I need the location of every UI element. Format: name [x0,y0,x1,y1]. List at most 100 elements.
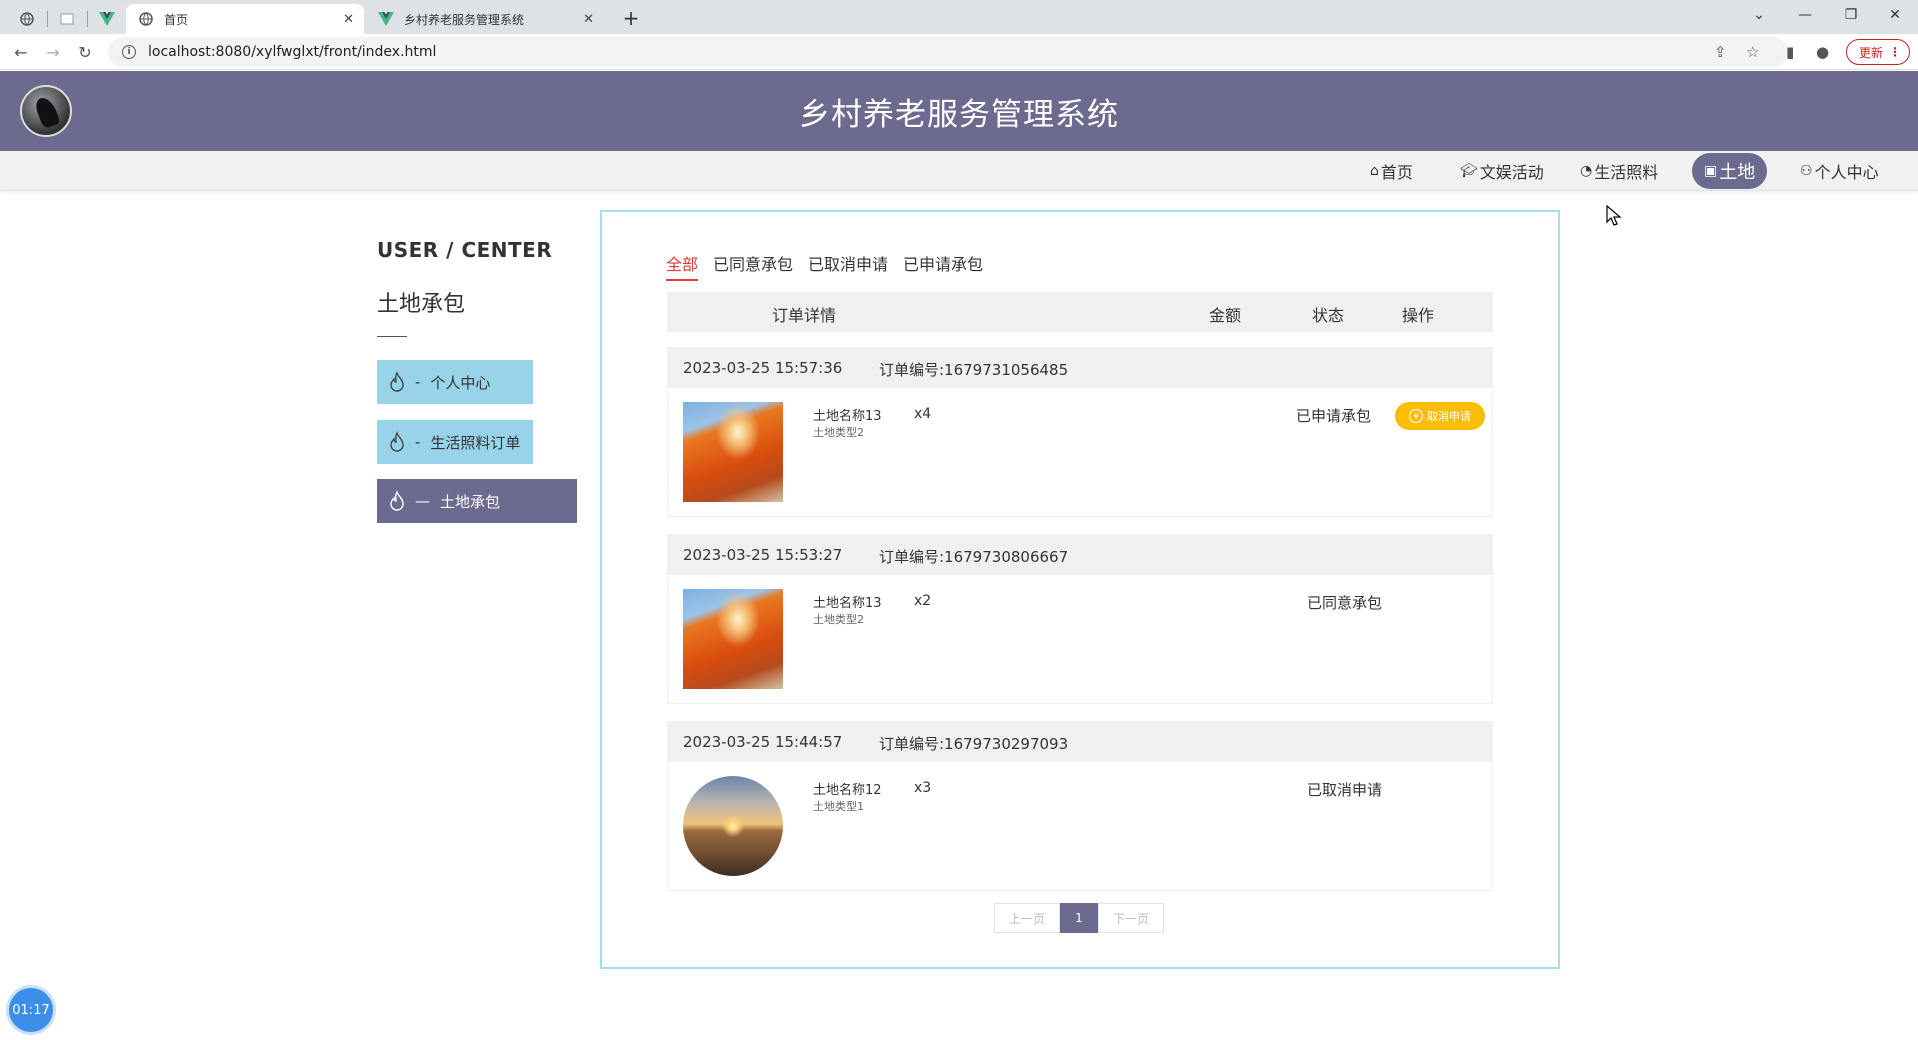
land-image[interactable] [683,589,783,689]
order-row: 2023-03-25 15:53:27 订单编号:1679730806667 土… [667,534,1493,704]
share-icon[interactable]: ⇪ [1714,43,1727,61]
land-name: 土地名称13 [813,409,882,424]
timer-badge[interactable]: 01:17 [9,988,53,1032]
order-row: 2023-03-25 15:44:57 订单编号:1679730297093 土… [667,721,1493,891]
nav-label: 个人中心 [1814,163,1879,182]
nav-item-life-care[interactable]: ◔ 生活照料 [1580,151,1658,191]
next-page-button[interactable]: 下一页 [1098,903,1164,933]
filter-approved[interactable]: 已同意承包 [713,251,793,281]
menu-prefix: - [415,433,421,451]
blank-page-icon [59,11,75,27]
nav-label: 文娱活动 [1479,163,1544,182]
site-info-icon[interactable]: i [122,45,136,59]
nav-item-personal-center[interactable]: ⚇ 个人中心 [1800,151,1879,191]
quantity: x4 [914,406,932,422]
reload-icon[interactable]: ↻ [74,41,96,63]
tab-search-icon[interactable]: ⌄ [1736,0,1782,30]
tab-title: 首页 [164,12,189,27]
user-icon: ⚇ [1800,163,1813,179]
sidebar-item-label: 土地承包 [440,492,501,511]
cancel-label: 取消申请 [1427,410,1471,423]
land-image[interactable] [683,402,783,502]
header-order-detail: 订单详情 [772,306,837,325]
more-menu-icon[interactable]: ⋮ [1889,45,1901,59]
filter-applied[interactable]: 已申请承包 [903,251,983,281]
close-tab-icon[interactable]: ✕ [343,12,354,27]
close-tab-icon[interactable]: ✕ [583,12,594,27]
flame-icon [385,370,409,394]
order-status: 已申请承包 [1296,407,1372,425]
flame-icon [385,489,409,513]
order-header: 2023-03-25 15:44:57 订单编号:1679730297093 [668,722,1492,762]
order-number: 订单编号:1679730297093 [879,735,1069,753]
side-panel-icon[interactable]: ▮ [1786,43,1794,61]
nav-label: 土地 [1719,162,1756,183]
divider [377,336,407,337]
mouse-cursor-icon [1606,205,1622,226]
prev-page-button[interactable]: 上一页 [994,903,1060,933]
land-type: 土地类型2 [813,613,864,626]
site-header: 乡村养老服务管理系统 [0,71,1918,151]
address-bar: ← → ↻ i localhost:8080/xylfwglxt/front/i… [0,34,1918,70]
update-button[interactable]: 更新 ⋮ [1846,39,1910,65]
sidebar-item-life-care-orders[interactable]: - 生活照料订单 [377,420,533,464]
browser-tab[interactable] [50,4,84,34]
profile-avatar-icon[interactable]: ● [1816,43,1829,61]
vue-logo-icon [378,11,394,27]
flame-icon [385,430,409,454]
browser-tab-bar: 首页 ✕ 乡村养老服务管理系统 ✕ + ⌄ — ❐ ✕ [0,0,1918,34]
top-navigation: ⌂ 首页 🎓︎ 文娱活动 ◔ 生活照料 ▣ 土地 ⚇ 个人中心 [0,151,1918,191]
filter-all[interactable]: 全部 [666,251,699,281]
globe-icon [19,11,35,27]
quantity: x3 [914,780,932,796]
table-header: 订单详情 金额 状态 操作 [667,292,1493,332]
sidebar-item-label: 个人中心 [430,373,491,392]
land-type: 土地类型2 [813,426,864,439]
sidebar-item-land-contract[interactable]: — 土地承包 [377,479,577,523]
order-time: 2023-03-25 15:44:57 [683,733,843,751]
menu-prefix: - [415,373,421,391]
restore-button[interactable]: ❐ [1828,0,1874,30]
order-status: 已同意承包 [1307,594,1383,612]
graduation-cap-icon: 🎓︎ [1460,163,1478,179]
back-arrow-icon[interactable]: ← [10,41,32,63]
url-field[interactable]: i localhost:8080/xylfwglxt/front/index.h… [108,37,1788,67]
user-center-subtitle: 土地承包 [377,292,466,317]
globe-icon [138,11,154,27]
filter-cancelled[interactable]: 已取消申请 [808,251,888,281]
browser-tab[interactable] [10,4,44,34]
yen-icon: ¥ [1409,409,1423,423]
minimize-button[interactable]: — [1782,0,1828,30]
gift-icon: ▣ [1704,163,1718,179]
nav-label: 生活照料 [1594,163,1659,182]
page-number-current[interactable]: 1 [1060,903,1098,933]
sidebar-item-personal-center[interactable]: - 个人中心 [377,360,533,404]
order-filter-tabs: 全部 已同意承包 已取消申请 已申请承包 [666,251,983,281]
header-action: 操作 [1402,306,1435,325]
forward-arrow-icon[interactable]: → [42,41,64,63]
close-window-button[interactable]: ✕ [1872,0,1918,30]
order-number: 订单编号:1679731056485 [879,361,1069,379]
bookmark-star-icon[interactable]: ☆ [1746,43,1759,61]
nav-item-entertainment[interactable]: 🎓︎ 文娱活动 [1460,151,1544,191]
new-tab-button[interactable]: + [616,4,646,32]
nav-item-land[interactable]: ▣ 土地 [1692,153,1768,189]
land-name: 土地名称13 [813,596,882,611]
sidebar-item-label: 生活照料订单 [430,433,521,452]
cancel-application-button[interactable]: ¥ 取消申请 [1395,402,1485,430]
order-number: 订单编号:1679730806667 [879,548,1069,566]
home-icon: ⌂ [1370,163,1379,179]
browser-tab-active[interactable]: 首页 ✕ [126,4,364,34]
order-row: 2023-03-25 15:57:36 订单编号:1679731056485 土… [667,347,1493,517]
land-name: 土地名称12 [813,783,882,798]
gamepad-icon: ◔ [1580,163,1593,179]
nav-item-home[interactable]: ⌂ 首页 [1370,151,1413,191]
land-image[interactable] [683,776,783,876]
browser-tab[interactable]: 乡村养老服务管理系统 ✕ [366,4,604,34]
browser-tab[interactable] [90,4,124,34]
vue-logo-icon [99,11,115,27]
update-label: 更新 [1859,45,1884,60]
nav-label: 首页 [1380,163,1413,182]
order-status: 已取消申请 [1307,781,1383,799]
order-header: 2023-03-25 15:53:27 订单编号:1679730806667 [668,535,1492,575]
